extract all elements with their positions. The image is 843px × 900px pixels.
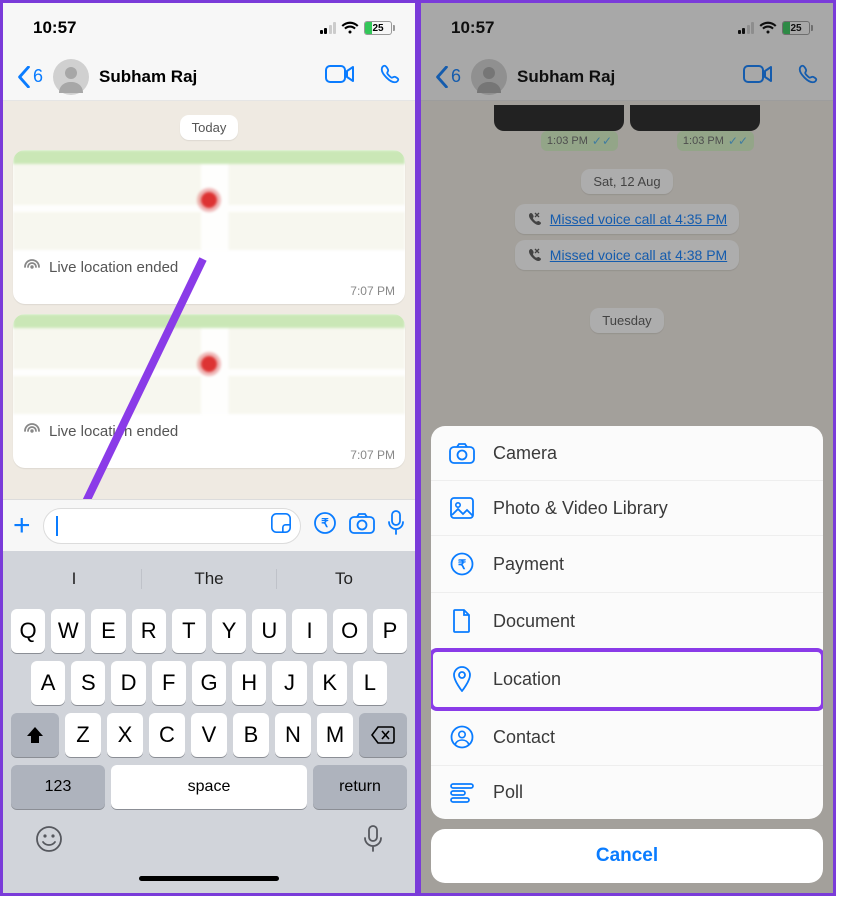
map-thumbnail <box>13 150 405 250</box>
key[interactable]: C <box>149 713 185 757</box>
camera-icon[interactable] <box>349 512 375 539</box>
keyboard: I The To Q W E R T Y U I O P A S D F G H… <box>3 551 415 896</box>
numbers-key[interactable]: 123 <box>11 765 105 809</box>
poll-icon <box>449 783 475 803</box>
key[interactable]: P <box>373 609 407 653</box>
contact-name[interactable]: Subham Raj <box>99 67 315 87</box>
key[interactable]: Q <box>11 609 45 653</box>
home-indicator[interactable] <box>139 876 279 881</box>
key[interactable]: R <box>132 609 166 653</box>
contact-icon <box>449 725 475 749</box>
keyboard-footer <box>7 809 411 860</box>
key[interactable]: V <box>191 713 227 757</box>
backspace-key[interactable] <box>359 713 407 757</box>
mic-icon[interactable] <box>387 510 405 541</box>
cancel-button[interactable]: Cancel <box>431 829 823 883</box>
key[interactable]: Y <box>212 609 246 653</box>
key[interactable]: F <box>152 661 186 705</box>
location-caption: Live location ended <box>13 414 405 448</box>
wifi-icon <box>341 21 359 35</box>
map-thumbnail <box>13 314 405 414</box>
location-caption: Live location ended <box>13 250 405 284</box>
sheet-item-location[interactable]: Location <box>431 650 823 709</box>
sticker-icon[interactable] <box>270 512 292 539</box>
location-message[interactable]: Live location ended 7:07 PM <box>13 150 405 304</box>
return-key[interactable]: return <box>313 765 407 809</box>
prediction-row: I The To <box>7 557 411 601</box>
key[interactable]: M <box>317 713 353 757</box>
space-key[interactable]: space <box>111 765 307 809</box>
key[interactable]: H <box>232 661 266 705</box>
status-time: 10:57 <box>33 18 76 38</box>
battery-icon: 25 <box>364 21 395 35</box>
sheet-item-document[interactable]: Document <box>431 593 823 650</box>
attachment-action-sheet: Camera Photo & Video Library ₹ Payment D… <box>431 426 823 883</box>
live-location-icon <box>23 422 41 440</box>
status-icons: 25 <box>320 21 396 35</box>
dictation-key[interactable] <box>363 825 383 860</box>
sheet-options: Camera Photo & Video Library ₹ Payment D… <box>431 426 823 819</box>
key[interactable]: K <box>313 661 347 705</box>
key[interactable]: Z <box>65 713 101 757</box>
location-pin-icon <box>449 666 475 692</box>
svg-text:₹: ₹ <box>321 516 329 530</box>
document-icon <box>449 609 475 633</box>
key[interactable]: L <box>353 661 387 705</box>
date-separator: Today <box>180 115 239 140</box>
camera-icon <box>449 442 475 464</box>
phone-right: 10:57 25 6 Subham Raj <box>418 0 836 896</box>
emoji-key[interactable] <box>35 825 63 860</box>
shift-key[interactable] <box>11 713 59 757</box>
attach-button[interactable]: + <box>13 509 31 543</box>
sheet-item-contact[interactable]: Contact <box>431 709 823 766</box>
prediction[interactable]: I <box>7 569 142 589</box>
prediction[interactable]: To <box>277 569 411 589</box>
key[interactable]: O <box>333 609 367 653</box>
key[interactable]: A <box>31 661 65 705</box>
message-time: 7:07 PM <box>13 284 405 304</box>
rupee-icon: ₹ <box>449 552 475 576</box>
key[interactable]: G <box>192 661 226 705</box>
payment-icon[interactable]: ₹ <box>313 511 337 540</box>
sheet-item-camera[interactable]: Camera <box>431 426 823 481</box>
location-message[interactable]: Live location ended 7:07 PM <box>13 314 405 468</box>
key[interactable]: N <box>275 713 311 757</box>
key[interactable]: D <box>111 661 145 705</box>
key[interactable]: X <box>107 713 143 757</box>
avatar[interactable] <box>53 59 89 95</box>
key[interactable]: T <box>172 609 206 653</box>
message-text-field[interactable] <box>43 508 301 544</box>
sheet-item-photo-library[interactable]: Photo & Video Library <box>431 481 823 536</box>
cellular-icon <box>320 22 337 34</box>
chat-messages[interactable]: Today Live location ended 7:07 PM Live l… <box>3 101 415 499</box>
key[interactable]: S <box>71 661 105 705</box>
key[interactable]: I <box>292 609 326 653</box>
back-button[interactable]: 6 <box>17 66 43 88</box>
chat-header: 6 Subham Raj <box>3 53 415 101</box>
message-input-bar: + ₹ <box>3 499 415 551</box>
status-bar: 10:57 25 <box>3 3 415 53</box>
video-call-icon[interactable] <box>325 64 355 89</box>
message-time: 7:07 PM <box>13 448 405 468</box>
photo-icon <box>449 497 475 519</box>
live-location-icon <box>23 258 41 276</box>
sheet-item-payment[interactable]: ₹ Payment <box>431 536 823 593</box>
key[interactable]: E <box>91 609 125 653</box>
sheet-item-poll[interactable]: Poll <box>431 766 823 819</box>
key[interactable]: B <box>233 713 269 757</box>
voice-call-icon[interactable] <box>379 63 401 90</box>
key[interactable]: W <box>51 609 85 653</box>
svg-text:₹: ₹ <box>458 557 467 572</box>
phone-left: 10:57 25 6 Subham Raj Today <box>0 0 418 896</box>
prediction[interactable]: The <box>142 569 277 589</box>
text-cursor <box>56 516 58 536</box>
key[interactable]: J <box>272 661 306 705</box>
key[interactable]: U <box>252 609 286 653</box>
